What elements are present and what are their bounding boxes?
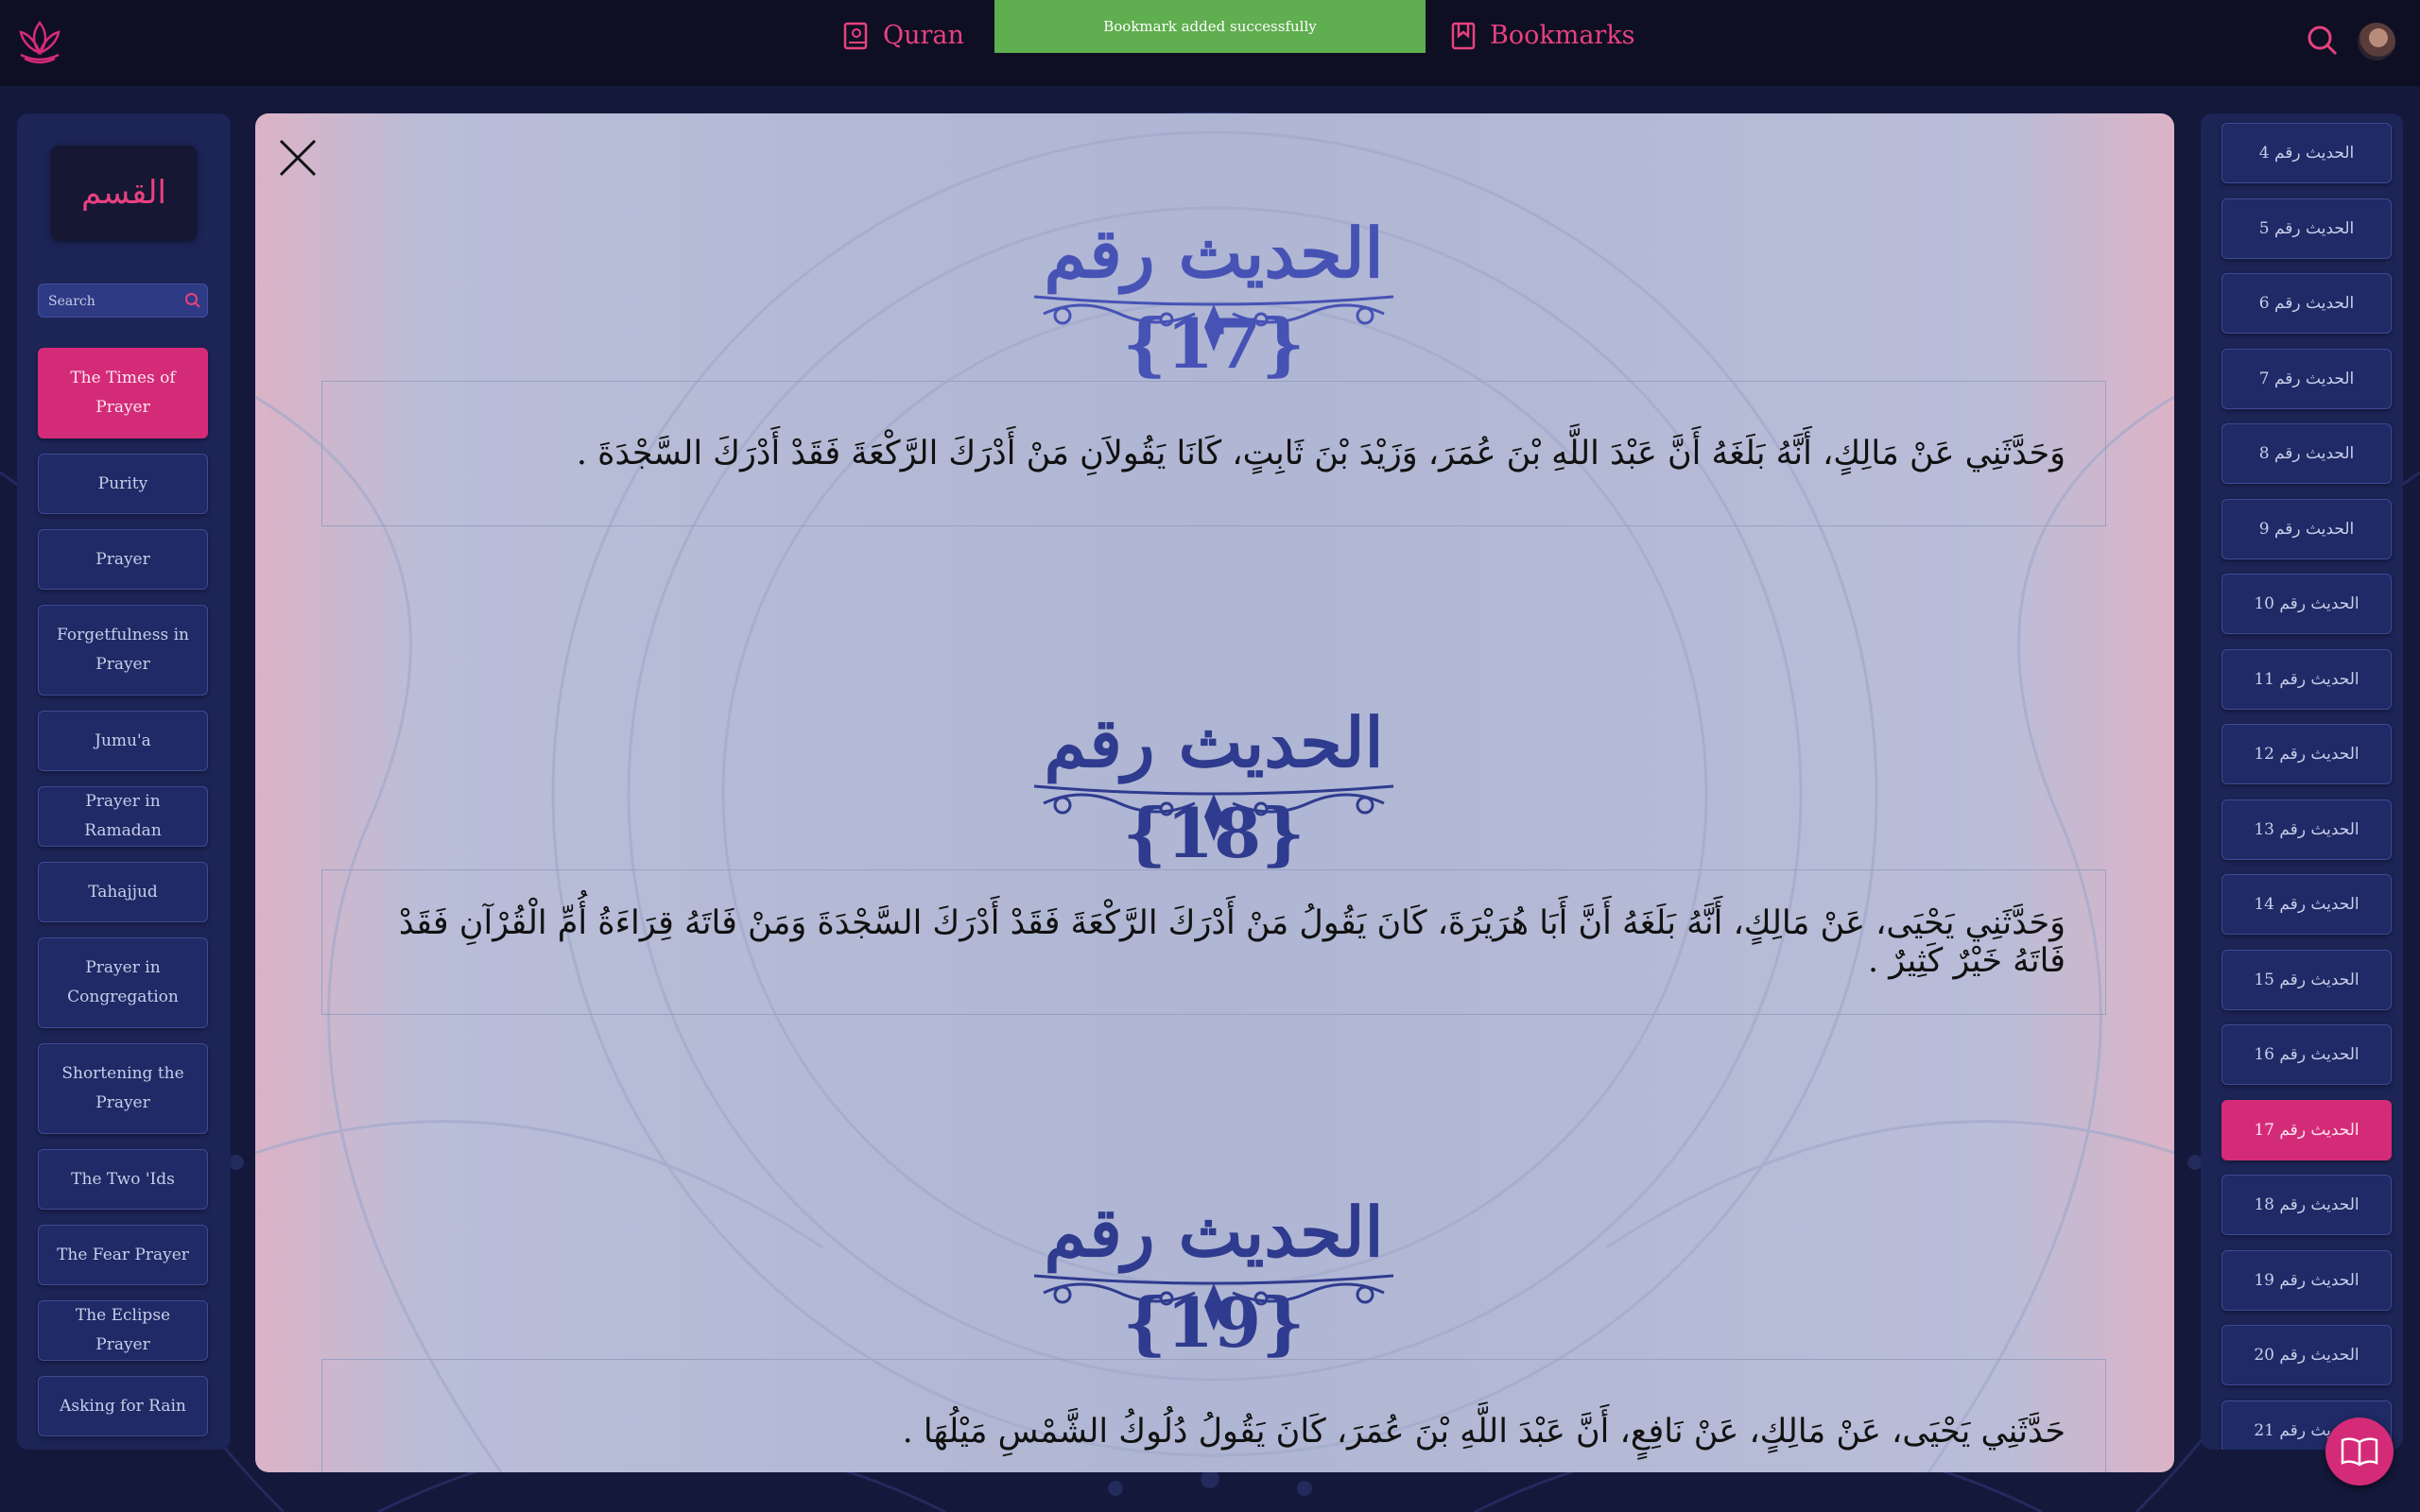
- hadith-nav-list: الحديث رقم 4 الحديث رقم 5 الحديث رقم 6 ا…: [2221, 123, 2392, 1450]
- chapter-item[interactable]: The Times of Prayer: [38, 348, 208, 438]
- chapter-item[interactable]: The Fear Prayer: [38, 1225, 208, 1285]
- hadith-nav-item[interactable]: الحديث رقم 16: [2221, 1024, 2392, 1085]
- chapter-item[interactable]: Asking for Rain: [38, 1376, 208, 1436]
- chapter-sidebar: القسم The Times of Prayer Purity Prayer …: [17, 113, 231, 1450]
- hadith-title: الحديث رقم {17}: [1023, 208, 1405, 384]
- hadith-nav-item[interactable]: الحديث رقم 13: [2221, 799, 2392, 860]
- hadith-nav-item[interactable]: الحديث رقم 20: [2221, 1325, 2392, 1385]
- nav-bookmarks-link[interactable]: Bookmarks: [1450, 21, 1635, 50]
- chapter-item[interactable]: Prayer in Congregation: [38, 937, 208, 1028]
- lotus-logo-icon[interactable]: [15, 17, 64, 66]
- search-icon[interactable]: [184, 292, 201, 309]
- quran-book-icon: [843, 22, 868, 49]
- hadith-title: الحديث رقم {19}: [1023, 1187, 1405, 1363]
- open-book-button[interactable]: [2325, 1418, 2394, 1486]
- hadith-title: الحديث رقم {18}: [1023, 697, 1405, 873]
- hadith-nav-item[interactable]: الحديث رقم 19: [2221, 1249, 2392, 1311]
- hadith-nav-item[interactable]: الحديث رقم 18: [2221, 1175, 2392, 1235]
- hadith-nav-item[interactable]: الحديث رقم 12: [2221, 724, 2392, 784]
- hadith-nav-item-active[interactable]: الحديث رقم 17: [2221, 1099, 2392, 1160]
- chapter-list: The Times of Prayer Purity Prayer Forget…: [38, 348, 208, 1450]
- chapter-item[interactable]: The Eclipse Prayer: [38, 1300, 208, 1361]
- hadith-modal: الحديث رقم {17} وَحَدَّثَنِي عَنْ مَالِك…: [255, 113, 2174, 1472]
- nav-quran-label: Quran: [883, 21, 964, 50]
- chapter-search: [38, 284, 208, 318]
- close-icon[interactable]: [278, 138, 318, 178]
- nav-bookmarks-label: Bookmarks: [1490, 21, 1635, 50]
- hadith-nav-item[interactable]: الحديث رقم 15: [2221, 949, 2392, 1010]
- chapter-search-input[interactable]: [46, 284, 182, 318]
- ornamental-flourish-icon: [1033, 784, 1394, 841]
- ornamental-flourish-icon: [1033, 1274, 1394, 1331]
- hadith-nav-item[interactable]: الحديث رقم 6: [2221, 273, 2392, 334]
- open-book-icon: [2341, 1437, 2378, 1467]
- chapter-item[interactable]: Purity: [38, 454, 208, 514]
- chapter-item[interactable]: Tahajjud: [38, 862, 208, 922]
- hadith-nav-item[interactable]: الحديث رقم 7: [2221, 348, 2392, 409]
- hadith-text: وَحَدَّثَنِي يَحْيَى، عَنْ مَالِكٍ، أَنَ…: [321, 869, 2106, 1015]
- search-icon[interactable]: [2307, 25, 2339, 57]
- hadith-text: حَدَّثَنِي يَحْيَى، عَنْ مَالِكٍ، عَنْ ن…: [321, 1359, 2106, 1472]
- hadith-nav-item[interactable]: الحديث رقم 9: [2221, 498, 2392, 559]
- toast-notification: Bookmark added successfully: [994, 0, 1426, 53]
- chapter-item[interactable]: Prayer: [38, 529, 208, 590]
- hadith-text: وَحَدَّثَنِي عَنْ مَالِكٍ، أَنَّهُ بَلَغ…: [321, 381, 2106, 526]
- user-avatar[interactable]: [2358, 23, 2395, 60]
- nav-quran-link[interactable]: Quran: [843, 21, 964, 50]
- ornamental-flourish-icon: [1033, 295, 1394, 352]
- section-label: القسم: [51, 146, 197, 240]
- hadith-nav-item[interactable]: الحديث رقم 5: [2221, 198, 2392, 259]
- chapter-item[interactable]: The Two 'Ids: [38, 1149, 208, 1210]
- chapter-item[interactable]: Shortening the Prayer: [38, 1043, 208, 1134]
- bookmark-icon: [1451, 22, 1476, 49]
- hadith-nav-item[interactable]: الحديث رقم 14: [2221, 874, 2392, 935]
- hadith-nav-item[interactable]: الحديث رقم 10: [2221, 574, 2392, 634]
- hadith-nav-item[interactable]: الحديث رقم 11: [2221, 648, 2392, 710]
- hadith-nav-item[interactable]: الحديث رقم 8: [2221, 423, 2392, 484]
- hadith-nav-item[interactable]: الحديث رقم 4: [2221, 123, 2392, 183]
- chapter-item[interactable]: Jumu'a: [38, 711, 208, 771]
- chapter-item[interactable]: Forgetfulness in Prayer: [38, 605, 208, 696]
- chapter-item[interactable]: Prayer in Ramadan: [38, 786, 208, 847]
- hadith-number-list: الحديث رقم 4 الحديث رقم 5 الحديث رقم 6 ا…: [2201, 113, 2403, 1450]
